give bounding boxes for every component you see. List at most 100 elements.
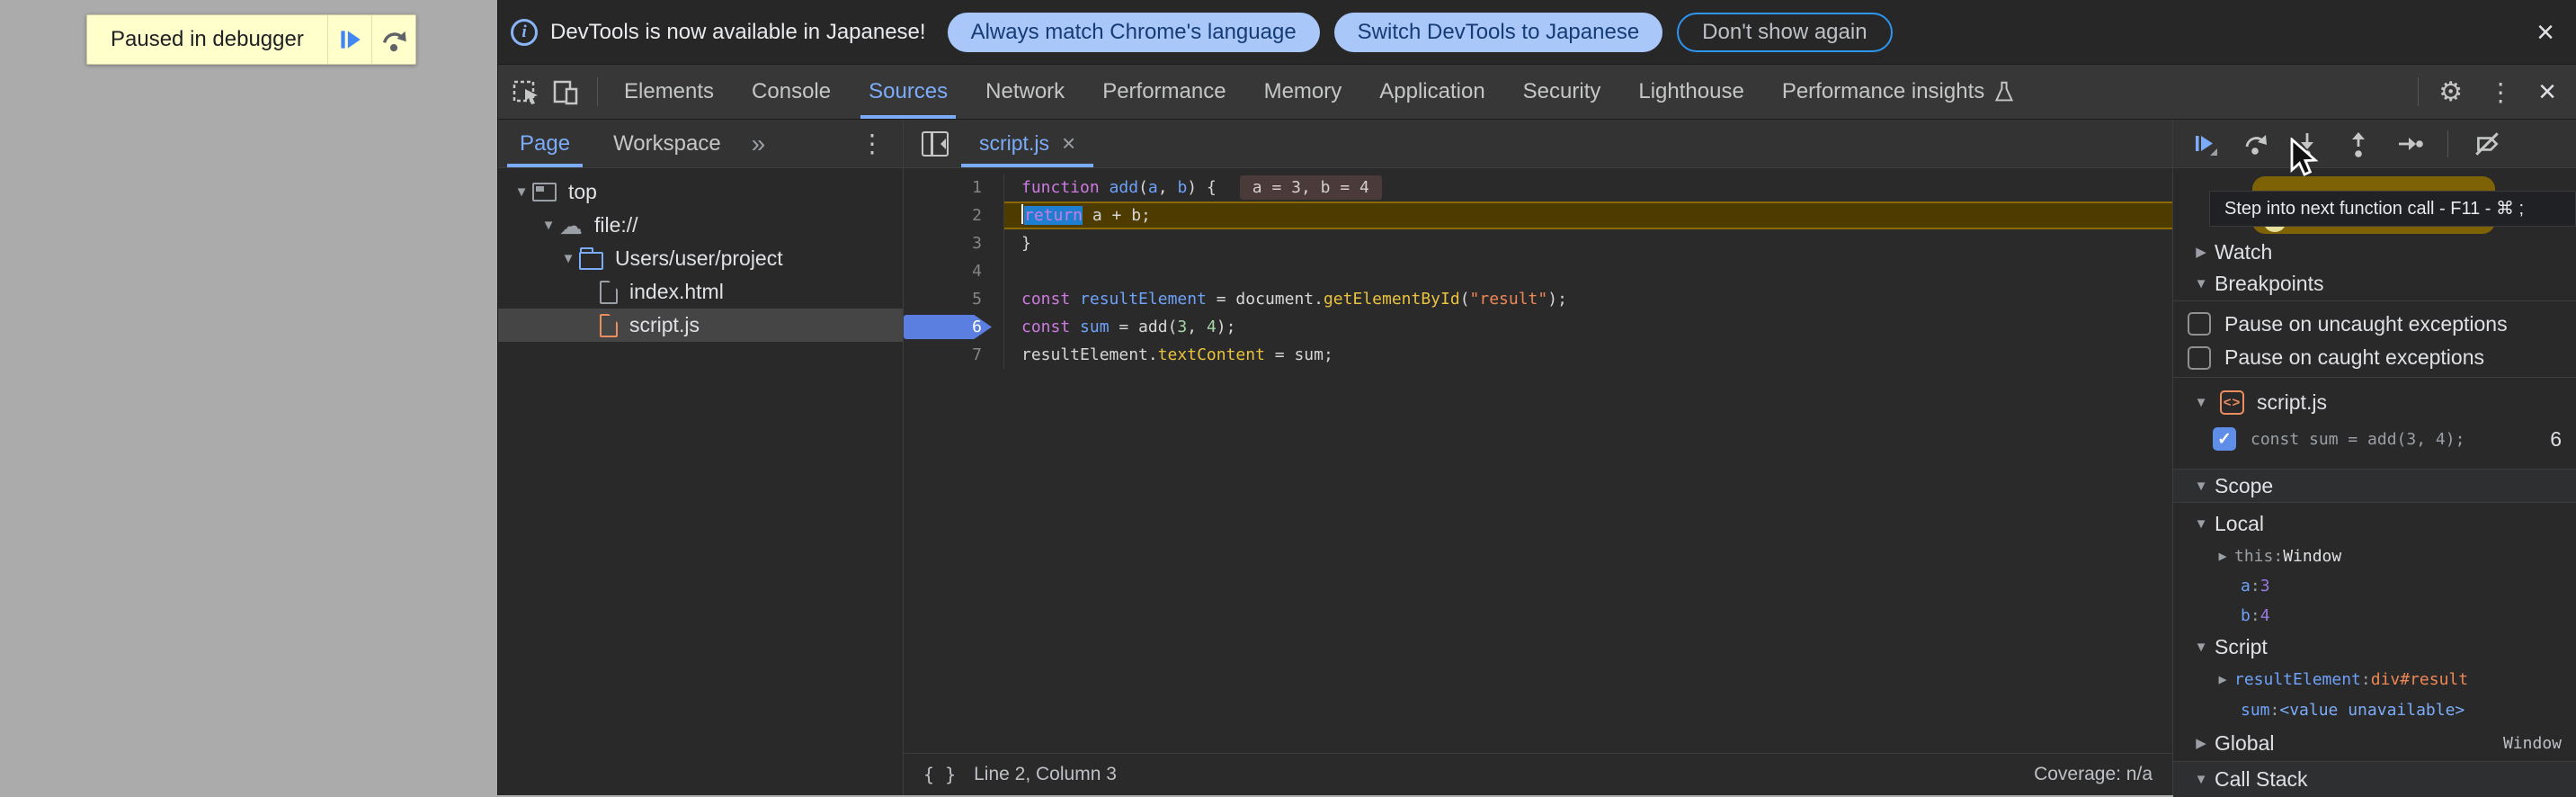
pause-uncaught-option[interactable]: Pause on uncaught exceptions: [2173, 306, 2576, 342]
var-name: a: [2241, 577, 2251, 596]
pause-caught-checkbox[interactable]: [2188, 346, 2211, 370]
toggle-navigator-icon[interactable]: [922, 131, 949, 157]
scope-script-group[interactable]: Script: [2173, 631, 2576, 664]
tree-item-index-html[interactable]: index.html: [498, 275, 903, 309]
scope-var-sum[interactable]: sum: <value unavailable>: [2173, 694, 2576, 725]
toolbar-right-actions: [2411, 65, 2576, 119]
line-number-6[interactable]: 6: [904, 313, 1004, 341]
always-match-language-button[interactable]: Always match Chrome's language: [948, 13, 1320, 52]
section-scope[interactable]: Scope: [2173, 469, 2576, 503]
pause-caught-option[interactable]: Pause on caught exceptions: [2173, 342, 2576, 378]
var-value: 4: [2260, 606, 2270, 625]
tab-lighthouse[interactable]: Lighthouse: [1619, 65, 1762, 119]
tab-label: Elements: [624, 79, 714, 104]
expanded-arrow-icon[interactable]: [2189, 395, 2213, 410]
pause-uncaught-checkbox[interactable]: [2188, 312, 2211, 336]
collapsed-arrow-icon[interactable]: [2189, 244, 2213, 260]
code-token: textContent: [1158, 345, 1265, 364]
code-text[interactable]: return a + b;: [1004, 201, 2172, 229]
code-text[interactable]: }: [1004, 229, 2172, 257]
code-line-3[interactable]: 3}: [904, 229, 2172, 257]
tab-workspace[interactable]: Workspace: [592, 120, 743, 167]
code-text[interactable]: resultElement.textContent = sum;: [1004, 341, 2172, 369]
scope-var-result-element[interactable]: resultElement: div#result: [2173, 664, 2576, 694]
scope-var-this[interactable]: this: Window: [2173, 541, 2576, 571]
breakpoint-entry[interactable]: const sum = add(3, 4); 6: [2173, 422, 2576, 456]
tree-item-project-folder[interactable]: Users/user/project: [498, 242, 903, 275]
tree-item-script-js[interactable]: script.js: [498, 309, 903, 342]
editor-status-bar: { } Line 2, Column 3 Coverage: n/a: [904, 753, 2172, 795]
step-button[interactable]: [2396, 130, 2423, 157]
scope-local-group[interactable]: Local: [2173, 506, 2576, 541]
device-toolbar-icon[interactable]: [550, 76, 581, 107]
step-over-button[interactable]: [2242, 130, 2269, 157]
collapsed-arrow-icon[interactable]: [2211, 548, 2234, 564]
code-line-1[interactable]: 1function add(a, b) {a = 3, b = 4: [904, 174, 2172, 201]
pretty-print-icon[interactable]: { }: [923, 764, 956, 785]
inspect-element-icon[interactable]: [511, 76, 541, 107]
tab-console[interactable]: Console: [733, 65, 850, 119]
close-tab-icon[interactable]: ×: [1062, 130, 1075, 157]
section-watch[interactable]: Watch: [2173, 237, 2576, 267]
line-number-7[interactable]: 7: [904, 341, 1004, 369]
expanded-arrow-icon[interactable]: [2189, 479, 2213, 494]
code-text[interactable]: function add(a, b) {a = 3, b = 4: [1004, 174, 2172, 201]
tab-network[interactable]: Network: [967, 65, 1083, 119]
resume-script-button[interactable]: [327, 15, 371, 64]
tab-performance-insights[interactable]: Performance insights: [1763, 65, 2034, 119]
expand-arrow-icon[interactable]: [511, 184, 532, 200]
expand-arrow-icon[interactable]: [538, 218, 559, 233]
expanded-arrow-icon[interactable]: [2189, 516, 2213, 532]
scope-global-group[interactable]: Global Window: [2173, 725, 2576, 761]
expand-arrow-icon[interactable]: [557, 251, 579, 266]
more-tabs-icon[interactable]: »: [743, 130, 775, 158]
kebab-menu-icon[interactable]: [2475, 77, 2526, 107]
tab-sources[interactable]: Sources: [850, 65, 967, 119]
paused-banner-label: Paused in debugger: [87, 15, 327, 64]
tree-item-file-protocol[interactable]: file://: [498, 209, 903, 242]
breakpoint-checkbox[interactable]: [2213, 427, 2236, 451]
tab-application[interactable]: Application: [1360, 65, 1503, 119]
tab-elements[interactable]: Elements: [605, 65, 733, 119]
deactivate-breakpoints-button[interactable]: [2473, 130, 2501, 158]
tab-security[interactable]: Security: [1504, 65, 1620, 119]
scope-var-b[interactable]: b: 4: [2173, 601, 2576, 631]
gear-icon[interactable]: [2426, 76, 2475, 108]
tree-item-top[interactable]: top: [498, 175, 903, 209]
line-number-1[interactable]: 1: [904, 174, 1004, 201]
expanded-arrow-icon[interactable]: [2189, 772, 2213, 787]
resume-button[interactable]: [2191, 130, 2218, 157]
code-line-7[interactable]: 7resultElement.textContent = sum;: [904, 341, 2172, 369]
line-number-2[interactable]: 2: [904, 201, 1004, 229]
collapsed-arrow-icon[interactable]: [2211, 671, 2234, 687]
expanded-arrow-icon[interactable]: [2189, 640, 2213, 655]
code-line-4[interactable]: 4: [904, 257, 2172, 285]
switch-devtools-japanese-button[interactable]: Switch DevTools to Japanese: [1334, 13, 1663, 52]
close-icon[interactable]: [2526, 75, 2569, 110]
code-text[interactable]: const resultElement = document.getElemen…: [1004, 285, 2172, 313]
tab-memory[interactable]: Memory: [1245, 65, 1361, 119]
code-text[interactable]: const sum = add(3, 4);: [1004, 313, 2172, 341]
dont-show-again-button[interactable]: Don't show again: [1677, 13, 1892, 52]
line-number-4[interactable]: 4: [904, 257, 1004, 285]
step-over-button-overlay[interactable]: [371, 15, 415, 64]
code-line-2[interactable]: 2return a + b;: [904, 201, 2172, 229]
step-out-button[interactable]: [2345, 130, 2372, 157]
tab-page[interactable]: Page: [498, 120, 592, 167]
code-text[interactable]: [1004, 257, 2172, 285]
code-editor[interactable]: 1function add(a, b) {a = 3, b = 42return…: [904, 168, 2172, 753]
navigator-kebab-icon[interactable]: [860, 129, 885, 158]
code-line-5[interactable]: 5const resultElement = document.getEleme…: [904, 285, 2172, 313]
tab-performance[interactable]: Performance: [1083, 65, 1244, 119]
scope-var-a[interactable]: a: 3: [2173, 571, 2576, 601]
collapsed-arrow-icon[interactable]: [2189, 735, 2213, 751]
section-breakpoints[interactable]: Breakpoints: [2173, 267, 2576, 301]
breakpoint-file-group[interactable]: script.js: [2173, 382, 2576, 422]
editor-tab-script-js[interactable]: script.js ×: [961, 120, 1093, 167]
code-line-6[interactable]: 6const sum = add(3, 4);: [904, 313, 2172, 341]
line-number-5[interactable]: 5: [904, 285, 1004, 313]
notification-close-icon[interactable]: ×: [2536, 17, 2554, 48]
expanded-arrow-icon[interactable]: [2189, 276, 2213, 291]
line-number-3[interactable]: 3: [904, 229, 1004, 257]
section-call-stack[interactable]: Call Stack: [2173, 761, 2576, 797]
